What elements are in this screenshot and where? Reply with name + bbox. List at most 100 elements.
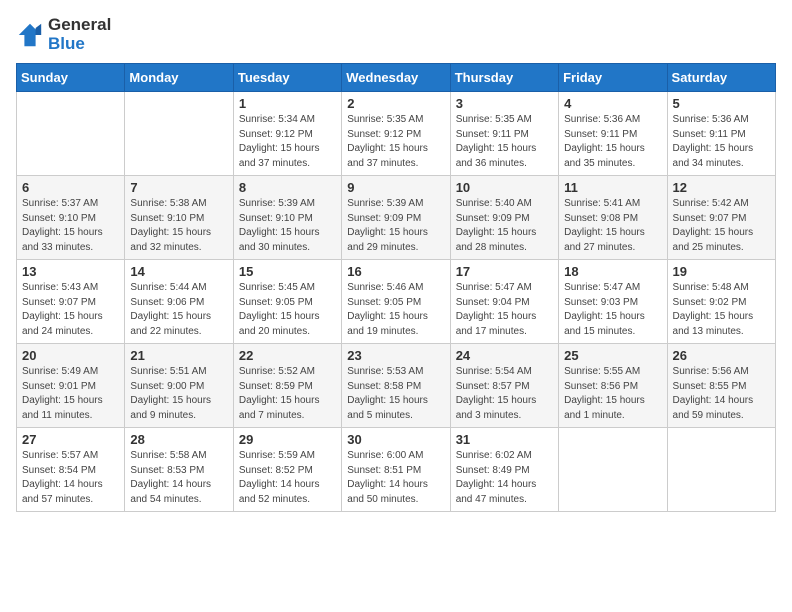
day-info: Sunrise: 5:41 AM Sunset: 9:08 PM Dayligh… bbox=[564, 197, 661, 255]
logo-blue-text: Blue bbox=[48, 35, 111, 54]
day-info: Sunrise: 5:38 AM Sunset: 9:10 PM Dayligh… bbox=[130, 197, 227, 255]
day-info: Sunrise: 5:34 AM Sunset: 9:12 PM Dayligh… bbox=[239, 113, 336, 171]
calendar-cell: 25 Sunrise: 5:55 AM Sunset: 8:56 PM Dayli… bbox=[559, 344, 667, 428]
day-info: Sunrise: 5:37 AM Sunset: 9:10 PM Dayligh… bbox=[22, 197, 119, 255]
day-info: Sunrise: 5:58 AM Sunset: 8:53 PM Dayligh… bbox=[130, 449, 227, 507]
calendar-cell: 2 Sunrise: 5:35 AM Sunset: 9:12 PM Daylig… bbox=[342, 92, 450, 176]
day-number: 23 bbox=[347, 348, 444, 363]
calendar-cell: 23 Sunrise: 5:53 AM Sunset: 8:58 PM Dayli… bbox=[342, 344, 450, 428]
calendar-cell: 5 Sunrise: 5:36 AM Sunset: 9:11 PM Daylig… bbox=[667, 92, 775, 176]
day-number: 29 bbox=[239, 432, 336, 447]
calendar-cell: 21 Sunrise: 5:51 AM Sunset: 9:00 PM Dayli… bbox=[125, 344, 233, 428]
day-info: Sunrise: 5:48 AM Sunset: 9:02 PM Dayligh… bbox=[673, 281, 770, 339]
calendar-week-2: 6 Sunrise: 5:37 AM Sunset: 9:10 PM Daylig… bbox=[17, 176, 776, 260]
day-info: Sunrise: 5:39 AM Sunset: 9:09 PM Dayligh… bbox=[347, 197, 444, 255]
day-info: Sunrise: 5:35 AM Sunset: 9:12 PM Dayligh… bbox=[347, 113, 444, 171]
calendar-cell: 14 Sunrise: 5:44 AM Sunset: 9:06 PM Dayli… bbox=[125, 260, 233, 344]
calendar-cell: 8 Sunrise: 5:39 AM Sunset: 9:10 PM Daylig… bbox=[233, 176, 341, 260]
calendar-cell bbox=[17, 92, 125, 176]
day-number: 8 bbox=[239, 180, 336, 195]
day-number: 13 bbox=[22, 264, 119, 279]
day-info: Sunrise: 5:49 AM Sunset: 9:01 PM Dayligh… bbox=[22, 365, 119, 423]
day-info: Sunrise: 5:36 AM Sunset: 9:11 PM Dayligh… bbox=[564, 113, 661, 171]
day-number: 12 bbox=[673, 180, 770, 195]
calendar-cell: 27Sunrise: 5:57 AM Sunset: 8:54 PM Dayli… bbox=[17, 428, 125, 512]
day-info: Sunrise: 5:51 AM Sunset: 9:00 PM Dayligh… bbox=[130, 365, 227, 423]
day-info: Sunrise: 5:59 AM Sunset: 8:52 PM Dayligh… bbox=[239, 449, 336, 507]
day-number: 1 bbox=[239, 96, 336, 111]
day-info: Sunrise: 5:55 AM Sunset: 8:56 PM Dayligh… bbox=[564, 365, 661, 423]
day-number: 31 bbox=[456, 432, 553, 447]
day-number: 21 bbox=[130, 348, 227, 363]
calendar-cell: 12 Sunrise: 5:42 AM Sunset: 9:07 PM Dayli… bbox=[667, 176, 775, 260]
day-info: Sunrise: 5:53 AM Sunset: 8:58 PM Dayligh… bbox=[347, 365, 444, 423]
calendar-cell: 7 Sunrise: 5:38 AM Sunset: 9:10 PM Daylig… bbox=[125, 176, 233, 260]
day-number: 30 bbox=[347, 432, 444, 447]
logo-general-text: General bbox=[48, 16, 111, 35]
day-number: 26 bbox=[673, 348, 770, 363]
day-info: Sunrise: 5:57 AM Sunset: 8:54 PM Dayligh… bbox=[22, 449, 119, 507]
calendar-cell: 13 Sunrise: 5:43 AM Sunset: 9:07 PM Dayli… bbox=[17, 260, 125, 344]
calendar-week-5: 27Sunrise: 5:57 AM Sunset: 8:54 PM Dayli… bbox=[17, 428, 776, 512]
day-number: 20 bbox=[22, 348, 119, 363]
header-saturday: Saturday bbox=[667, 64, 775, 92]
day-info: Sunrise: 6:02 AM Sunset: 8:49 PM Dayligh… bbox=[456, 449, 553, 507]
day-info: Sunrise: 5:45 AM Sunset: 9:05 PM Dayligh… bbox=[239, 281, 336, 339]
calendar-cell: 11 Sunrise: 5:41 AM Sunset: 9:08 PM Dayli… bbox=[559, 176, 667, 260]
calendar-header-row: SundayMondayTuesdayWednesdayThursdayFrid… bbox=[17, 64, 776, 92]
day-number: 7 bbox=[130, 180, 227, 195]
day-number: 9 bbox=[347, 180, 444, 195]
calendar-cell: 24 Sunrise: 5:54 AM Sunset: 8:57 PM Dayli… bbox=[450, 344, 558, 428]
calendar-cell bbox=[559, 428, 667, 512]
day-number: 3 bbox=[456, 96, 553, 111]
day-number: 25 bbox=[564, 348, 661, 363]
day-info: Sunrise: 5:46 AM Sunset: 9:05 PM Dayligh… bbox=[347, 281, 444, 339]
day-info: Sunrise: 5:44 AM Sunset: 9:06 PM Dayligh… bbox=[130, 281, 227, 339]
day-info: Sunrise: 5:43 AM Sunset: 9:07 PM Dayligh… bbox=[22, 281, 119, 339]
header-monday: Monday bbox=[125, 64, 233, 92]
calendar-cell: 20 Sunrise: 5:49 AM Sunset: 9:01 PM Dayli… bbox=[17, 344, 125, 428]
day-info: Sunrise: 5:35 AM Sunset: 9:11 PM Dayligh… bbox=[456, 113, 553, 171]
day-number: 6 bbox=[22, 180, 119, 195]
calendar-cell: 18Sunrise: 5:47 AM Sunset: 9:03 PM Dayli… bbox=[559, 260, 667, 344]
calendar-week-4: 20 Sunrise: 5:49 AM Sunset: 9:01 PM Dayli… bbox=[17, 344, 776, 428]
day-number: 24 bbox=[456, 348, 553, 363]
day-number: 10 bbox=[456, 180, 553, 195]
calendar-cell bbox=[125, 92, 233, 176]
calendar-week-3: 13 Sunrise: 5:43 AM Sunset: 9:07 PM Dayli… bbox=[17, 260, 776, 344]
day-info: Sunrise: 6:00 AM Sunset: 8:51 PM Dayligh… bbox=[347, 449, 444, 507]
day-number: 14 bbox=[130, 264, 227, 279]
header-wednesday: Wednesday bbox=[342, 64, 450, 92]
day-number: 11 bbox=[564, 180, 661, 195]
day-number: 2 bbox=[347, 96, 444, 111]
calendar-cell: 30 Sunrise: 6:00 AM Sunset: 8:51 PM Dayli… bbox=[342, 428, 450, 512]
day-info: Sunrise: 5:42 AM Sunset: 9:07 PM Dayligh… bbox=[673, 197, 770, 255]
day-number: 19 bbox=[673, 264, 770, 279]
calendar-cell: 4 Sunrise: 5:36 AM Sunset: 9:11 PM Daylig… bbox=[559, 92, 667, 176]
calendar-cell: 19 Sunrise: 5:48 AM Sunset: 9:02 PM Dayli… bbox=[667, 260, 775, 344]
day-number: 28 bbox=[130, 432, 227, 447]
day-info: Sunrise: 5:56 AM Sunset: 8:55 PM Dayligh… bbox=[673, 365, 770, 423]
calendar-cell: 9 Sunrise: 5:39 AM Sunset: 9:09 PM Daylig… bbox=[342, 176, 450, 260]
calendar-cell: 28 Sunrise: 5:58 AM Sunset: 8:53 PM Dayli… bbox=[125, 428, 233, 512]
calendar-cell bbox=[667, 428, 775, 512]
day-info: Sunrise: 5:36 AM Sunset: 9:11 PM Dayligh… bbox=[673, 113, 770, 171]
header-sunday: Sunday bbox=[17, 64, 125, 92]
calendar-cell: 17 Sunrise: 5:47 AM Sunset: 9:04 PM Dayli… bbox=[450, 260, 558, 344]
day-info: Sunrise: 5:40 AM Sunset: 9:09 PM Dayligh… bbox=[456, 197, 553, 255]
calendar-cell: 31 Sunrise: 6:02 AM Sunset: 8:49 PM Dayli… bbox=[450, 428, 558, 512]
day-number: 16 bbox=[347, 264, 444, 279]
calendar-cell: 15Sunrise: 5:45 AM Sunset: 9:05 PM Dayli… bbox=[233, 260, 341, 344]
day-info: Sunrise: 5:47 AM Sunset: 9:03 PM Dayligh… bbox=[564, 281, 661, 339]
header-thursday: Thursday bbox=[450, 64, 558, 92]
header-friday: Friday bbox=[559, 64, 667, 92]
day-number: 17 bbox=[456, 264, 553, 279]
day-number: 5 bbox=[673, 96, 770, 111]
day-info: Sunrise: 5:54 AM Sunset: 8:57 PM Dayligh… bbox=[456, 365, 553, 423]
day-number: 4 bbox=[564, 96, 661, 111]
day-info: Sunrise: 5:47 AM Sunset: 9:04 PM Dayligh… bbox=[456, 281, 553, 339]
day-number: 22 bbox=[239, 348, 336, 363]
generalblue-logo-icon bbox=[16, 21, 44, 49]
logo: General Blue bbox=[16, 16, 111, 53]
day-info: Sunrise: 5:39 AM Sunset: 9:10 PM Dayligh… bbox=[239, 197, 336, 255]
